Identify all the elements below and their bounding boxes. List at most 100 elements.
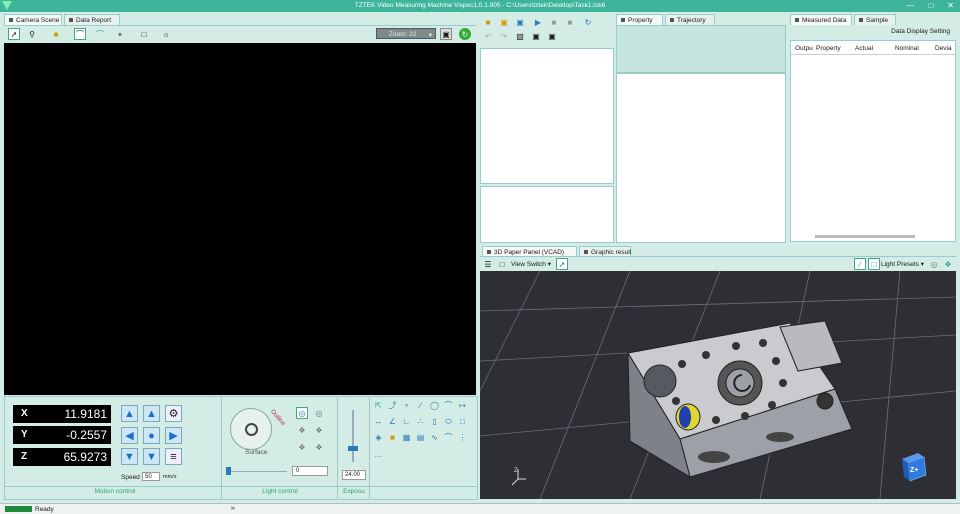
light-slider-handle[interactable]	[226, 467, 231, 475]
segment-light-icon[interactable]: ❖	[313, 424, 325, 436]
zoom-select[interactable]: Zoom: 22 ▾	[376, 28, 436, 39]
line-tool-icon[interactable]: ∕	[416, 401, 425, 410]
tab-trajectory[interactable]: Trajectory	[665, 14, 715, 25]
arc-tool-icon[interactable]: ⌒	[94, 28, 106, 40]
light-value-input[interactable]: 0	[292, 466, 328, 476]
export-icon[interactable]: ▧	[514, 30, 526, 42]
select-pointer-icon[interactable]: ➚	[8, 28, 20, 40]
stop-program-icon[interactable]: ■	[564, 16, 576, 28]
column-header-nominal[interactable]: Nominal	[895, 45, 919, 52]
angle-tool-icon[interactable]: ∠	[388, 417, 397, 426]
z-up-button[interactable]: ▲	[121, 405, 138, 422]
reset-icon[interactable]: ↻	[582, 16, 594, 28]
coaxial-light-icon[interactable]: ❖	[296, 441, 308, 453]
column-header-property[interactable]: Property	[816, 45, 841, 52]
pause-icon[interactable]: ■	[548, 16, 560, 28]
refresh-green-icon[interactable]: ↻	[459, 28, 471, 40]
minimize-icon[interactable]: —	[906, 1, 914, 10]
tab-measured-data[interactable]: Measured Data	[790, 14, 852, 25]
image-folder-icon[interactable]: ■	[50, 28, 62, 40]
y-down-button[interactable]: ▼	[143, 448, 160, 465]
expand-tools-icon[interactable]: ⋯	[374, 452, 383, 461]
multi-light-icon[interactable]: ❖	[313, 441, 325, 453]
quad-light-icon[interactable]: ❖	[296, 424, 308, 436]
corner-tool-icon[interactable]: ∟	[402, 417, 411, 426]
arc-draw-icon[interactable]: ⌒	[444, 401, 453, 410]
maximize-icon[interactable]: □	[928, 1, 933, 10]
scatter-tool-icon[interactable]: ∴	[416, 417, 425, 426]
cad-home-icon[interactable]: ❖	[942, 258, 954, 270]
property-grid[interactable]	[616, 73, 786, 243]
outline-light-icon[interactable]: ◎	[296, 407, 308, 419]
z-down-button[interactable]: ▼	[121, 448, 138, 465]
more-tools-icon[interactable]: ⋮	[458, 433, 467, 442]
save-icon[interactable]: ▣	[514, 16, 526, 28]
ring-light-icon[interactable]: ◎	[313, 407, 325, 419]
cad-menu-icon[interactable]: ☰	[482, 258, 494, 270]
table-tool-icon[interactable]: ▤	[416, 433, 425, 442]
rectangle-tool-icon[interactable]: ▯	[430, 417, 439, 426]
open-folder-icon[interactable]: ▣	[498, 16, 510, 28]
point-tool-icon[interactable]: ⤴	[388, 401, 397, 410]
ellipse-tool-icon[interactable]: ⬭	[444, 417, 453, 426]
cad-edge-icon[interactable]: ∕	[854, 258, 866, 270]
auto-tool-icon[interactable]: ⇱	[374, 401, 383, 410]
tab-data-report[interactable]: Data Report	[64, 14, 120, 25]
measured-data-table[interactable]: Outpu Property Actual Nominal Devia	[790, 40, 956, 242]
redo-icon[interactable]: ↷	[498, 30, 510, 42]
settings-gear-icon[interactable]: ⚙	[165, 405, 182, 422]
adjust-sliders-icon[interactable]: ≡	[165, 448, 182, 465]
cad-light-icon[interactable]: ◎	[928, 258, 940, 270]
snapshot-icon[interactable]: ▣	[440, 28, 452, 40]
edge-tool-icon[interactable]: ⌒	[74, 28, 86, 40]
view-switch-dropdown[interactable]: View Switch ▾	[511, 260, 551, 268]
new-file-icon[interactable]: ■	[482, 16, 494, 28]
speed-input[interactable]: 50	[142, 472, 160, 481]
horizontal-scrollbar[interactable]	[815, 235, 915, 238]
grid-tool-icon[interactable]: ▦	[402, 433, 411, 442]
run-icon[interactable]: ▶	[532, 16, 544, 28]
circle-tool-icon[interactable]: ◯	[430, 401, 439, 410]
dot-tool-icon[interactable]: ∘	[402, 401, 411, 410]
tab-sample[interactable]: Sample	[854, 14, 896, 25]
cad-box-icon[interactable]: □	[868, 258, 880, 270]
width-tool-icon[interactable]: ↔	[374, 417, 383, 426]
property-header	[616, 25, 786, 73]
program-tree[interactable]	[480, 48, 614, 184]
exposure-value-input[interactable]: 24.00	[342, 470, 366, 480]
surface-tool-icon[interactable]: ◈	[374, 433, 383, 442]
y-up-button[interactable]: ▲	[143, 405, 160, 422]
cad-3d-view[interactable]: Z Z+	[480, 271, 956, 499]
column-header-output[interactable]: Outpu	[795, 45, 813, 52]
sine-tool-icon[interactable]: ∿	[430, 433, 439, 442]
cube-settings-icon[interactable]: ▣	[546, 30, 558, 42]
x-right-button[interactable]: ▶	[165, 427, 182, 444]
cad-fit-icon[interactable]: □	[496, 258, 508, 270]
program-toolbar: ■ ▣ ▣ ▶ ■ ■ ↻ ↶ ↷ ▧ ▣ ▣	[480, 14, 614, 42]
curve-tool-icon[interactable]: ⌒	[444, 433, 453, 442]
exposure-slider-handle[interactable]	[348, 446, 358, 451]
close-icon[interactable]: ✕	[947, 1, 954, 10]
camera-view[interactable]	[4, 43, 476, 395]
program-detail[interactable]	[480, 186, 614, 243]
light-presets-dropdown[interactable]: Light Presets ▾	[881, 260, 924, 268]
light-ring-dial[interactable]	[230, 408, 272, 450]
light-bulb-icon[interactable]: ☼	[160, 28, 172, 40]
stop-button[interactable]: ●	[143, 427, 160, 444]
column-header-deviation[interactable]: Devia	[935, 45, 952, 52]
tab-property[interactable]: Property	[616, 14, 663, 25]
plane-tool-icon[interactable]: □	[458, 417, 467, 426]
tab-camera-scene[interactable]: Camera Scene	[4, 14, 62, 25]
cad-pointer-icon[interactable]: ➚	[556, 258, 568, 270]
pattern-tool-icon[interactable]: ■	[388, 433, 397, 442]
view-cube-label[interactable]: Z+	[910, 467, 918, 474]
column-header-actual[interactable]: Actual	[855, 45, 873, 52]
x-left-button[interactable]: ◀	[121, 427, 138, 444]
undo-icon[interactable]: ↶	[482, 30, 494, 42]
cube-icon[interactable]: ▣	[530, 30, 542, 42]
crosshair-icon[interactable]: +	[114, 28, 126, 40]
distance-tool-icon[interactable]: ↦	[458, 401, 467, 410]
zoom-search-icon[interactable]: ⚲	[26, 28, 38, 40]
lock-icon[interactable]: □	[138, 28, 150, 40]
data-display-setting-link[interactable]: Data Display Setting	[891, 28, 950, 35]
